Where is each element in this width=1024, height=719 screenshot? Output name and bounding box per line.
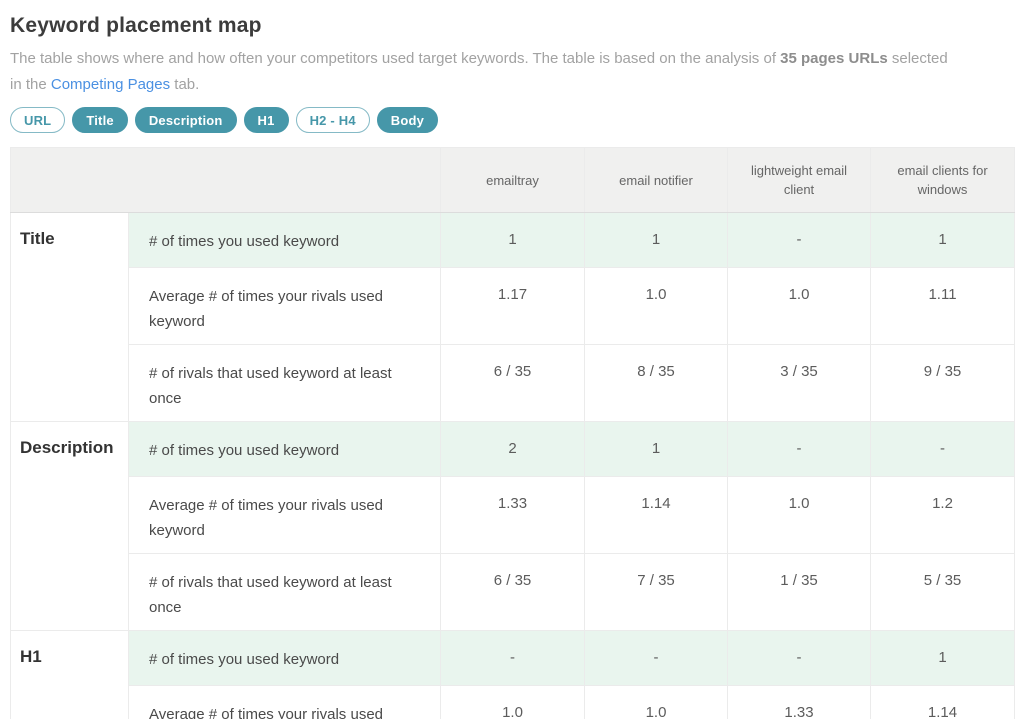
column-header-email-notifier: email notifier xyxy=(585,148,728,213)
value-cell: 1.33 xyxy=(441,477,585,554)
column-header-lightweight-email-client: lightweight email client xyxy=(728,148,871,213)
value-cell: 1.17 xyxy=(441,268,585,345)
table-header-row: emailtray email notifier lightweight ema… xyxy=(11,148,1015,213)
intro-text-segment: selected xyxy=(888,50,948,67)
metric-label: Average # of times your rivals used keyw… xyxy=(129,477,441,554)
metric-label: # of times you used keyword xyxy=(129,422,441,477)
value-cell: 1.0 xyxy=(728,268,871,345)
value-cell: 3 / 35 xyxy=(728,345,871,422)
filter-pill-body[interactable]: Body xyxy=(377,107,438,133)
value-cell: - xyxy=(585,631,728,686)
metric-label: # of times you used keyword xyxy=(129,213,441,268)
value-cell: 5 / 35 xyxy=(871,554,1015,631)
value-cell: 1 xyxy=(441,213,585,268)
column-header-email-clients-for-windows: email clients for windows xyxy=(871,148,1015,213)
value-cell: 1 xyxy=(871,631,1015,686)
value-cell: 1.0 xyxy=(441,686,585,719)
value-cell: 2 xyxy=(441,422,585,477)
metric-label: # of times you used keyword xyxy=(129,631,441,686)
metric-label: # of rivals that used keyword at least o… xyxy=(129,345,441,422)
intro-text-segment: The table shows where and how often your… xyxy=(10,50,780,67)
table-row: H1 # of times you used keyword - - - 1 xyxy=(11,631,1015,686)
group-label-description: Description xyxy=(11,422,129,631)
value-cell: 1 xyxy=(871,213,1015,268)
group-label-h1: H1 xyxy=(11,631,129,719)
value-cell: 6 / 35 xyxy=(441,554,585,631)
value-cell: - xyxy=(871,422,1015,477)
filter-pill-description[interactable]: Description xyxy=(135,107,237,133)
page-title: Keyword placement map xyxy=(10,13,1014,39)
value-cell: 1.14 xyxy=(585,477,728,554)
value-cell: - xyxy=(728,422,871,477)
value-cell: 1.0 xyxy=(585,268,728,345)
intro-text-segment: tab. xyxy=(170,76,199,93)
value-cell: 8 / 35 xyxy=(585,345,728,422)
table-row: Average # of times your rivals used keyw… xyxy=(11,268,1015,345)
value-cell: 7 / 35 xyxy=(585,554,728,631)
column-header-emailtray: emailtray xyxy=(441,148,585,213)
value-cell: 6 / 35 xyxy=(441,345,585,422)
value-cell: 1.11 xyxy=(871,268,1015,345)
value-cell: 1.0 xyxy=(585,686,728,719)
filter-pill-h2-h4[interactable]: H2 - H4 xyxy=(296,107,370,133)
filter-pill-url[interactable]: URL xyxy=(10,107,65,133)
intro-line-1: The table shows where and how often your… xyxy=(10,46,1014,72)
value-cell: - xyxy=(728,213,871,268)
value-cell: 1.0 xyxy=(728,477,871,554)
table-row: # of rivals that used keyword at least o… xyxy=(11,345,1015,422)
value-cell: 1 / 35 xyxy=(728,554,871,631)
value-cell: 1.14 xyxy=(871,686,1015,719)
competing-pages-link[interactable]: Competing Pages xyxy=(51,76,170,93)
value-cell: 1 xyxy=(585,213,728,268)
pages-count-bold: 35 pages URLs xyxy=(780,50,888,67)
table-corner-cell xyxy=(11,148,441,213)
value-cell: - xyxy=(728,631,871,686)
group-label-title: Title xyxy=(11,213,129,422)
intro-text: The table shows where and how often your… xyxy=(10,46,1014,98)
value-cell: 1.33 xyxy=(728,686,871,719)
value-cell: - xyxy=(441,631,585,686)
keyword-placement-map-panel: Keyword placement map The table shows wh… xyxy=(0,13,1024,719)
keyword-placement-table: emailtray email notifier lightweight ema… xyxy=(10,147,1015,719)
table-row: Description # of times you used keyword … xyxy=(11,422,1015,477)
metric-label: # of rivals that used keyword at least o… xyxy=(129,554,441,631)
metric-label: Average # of times your rivals used keyw… xyxy=(129,268,441,345)
value-cell: 9 / 35 xyxy=(871,345,1015,422)
intro-text-segment: in the xyxy=(10,76,51,93)
filter-pill-title[interactable]: Title xyxy=(72,107,128,133)
intro-line-2: in the Competing Pages tab. xyxy=(10,72,1014,98)
table-row: Title # of times you used keyword 1 1 - … xyxy=(11,213,1015,268)
metric-label: Average # of times your rivals used keyw… xyxy=(129,686,441,719)
value-cell: 1 xyxy=(585,422,728,477)
value-cell: 1.2 xyxy=(871,477,1015,554)
placement-filter-pills: URL Title Description H1 H2 - H4 Body xyxy=(10,107,1014,133)
filter-pill-h1[interactable]: H1 xyxy=(244,107,289,133)
table-row: # of rivals that used keyword at least o… xyxy=(11,554,1015,631)
table-row: Average # of times your rivals used keyw… xyxy=(11,477,1015,554)
table-row: Average # of times your rivals used keyw… xyxy=(11,686,1015,719)
